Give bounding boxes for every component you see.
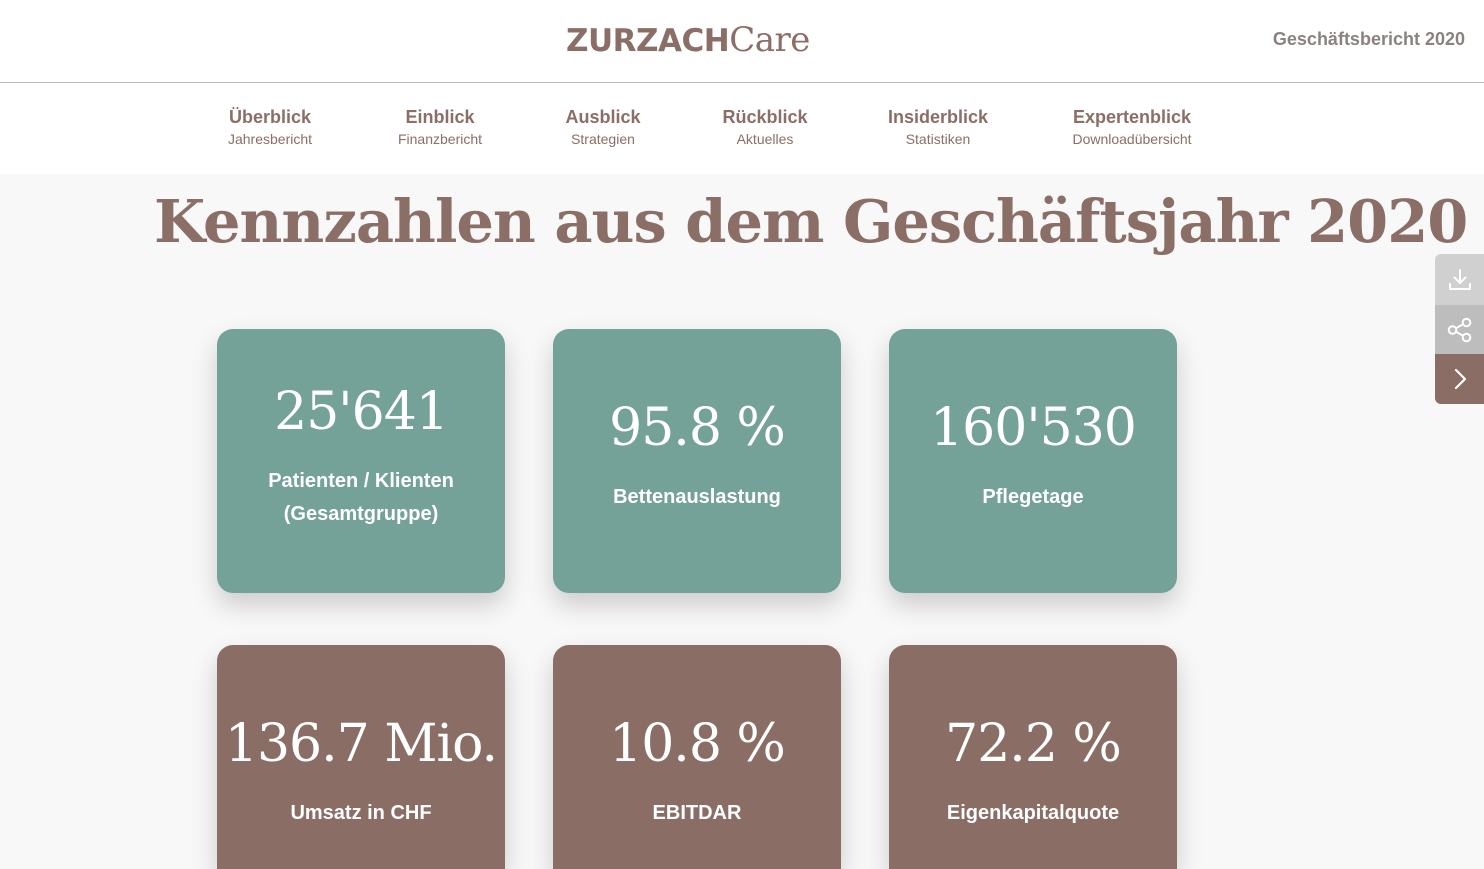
nav-item-subtitle: Aktuelles	[736, 131, 794, 147]
kpi-value: 95.8 %	[609, 398, 786, 458]
nav-item-expertenblick[interactable]: Expertenblick Downloadübersicht	[1072, 106, 1191, 149]
kpi-label: Patienten / Klienten (Gesamtgruppe)	[268, 470, 454, 525]
download-icon	[1448, 268, 1471, 290]
logo-wordmark-light: Care	[729, 20, 810, 60]
kpi-card-bed-occupancy: 95.8 % Bettenauslastung	[553, 329, 841, 593]
nav-item-rueckblick[interactable]: Rückblick Aktuelles	[722, 106, 807, 149]
download-button[interactable]	[1435, 254, 1484, 305]
report-title: Geschäftsbericht 2020	[1272, 29, 1465, 49]
nav-item-subtitle: Downloadübersicht	[1072, 131, 1192, 147]
nav-item-einblick[interactable]: Einblick Finanzbericht	[398, 106, 482, 149]
kpi-card-equity-ratio: 72.2 % Eigenkapitalquote	[889, 645, 1177, 869]
nav-item-title: Überblick	[228, 107, 312, 127]
kpi-card-care-days: 160'530 Pflegetage	[889, 329, 1177, 593]
kpi-card-ebitdar: 10.8 % EBITDAR	[553, 645, 841, 869]
chevron-right-icon	[1454, 368, 1466, 390]
kpi-card-patients: 25'641 Patienten / Klienten (Gesamtgrupp…	[217, 329, 505, 593]
site-header: ZURZACH Care Geschäftsbericht 2020	[0, 0, 1484, 83]
kpi-card-revenue: 136.7 Mio. Umsatz in CHF	[217, 645, 505, 869]
kpi-label: Umsatz in CHF	[290, 802, 432, 824]
kpi-value: 10.8 %	[609, 714, 786, 774]
nav-item-ausblick[interactable]: Ausblick Strategien	[565, 106, 640, 149]
nav-item-title: Insiderblick	[887, 107, 989, 127]
nav-item-subtitle: Jahresbericht	[227, 131, 313, 147]
logo[interactable]: ZURZACH Care	[566, 20, 810, 60]
nav-item-title: Einblick	[405, 107, 475, 127]
share-button[interactable]	[1435, 305, 1484, 354]
nav-item-ueberblick[interactable]: Überblick Jahresbericht	[228, 106, 312, 149]
nav-item-subtitle: Strategien	[571, 131, 635, 147]
side-toolbar	[1435, 254, 1484, 404]
share-icon	[1447, 317, 1471, 342]
nav-item-title: Rückblick	[722, 107, 808, 127]
kpi-label: EBITDAR	[652, 802, 742, 824]
kpi-label: Bettenauslastung	[613, 486, 781, 508]
kpi-label: Eigenkapitalquote	[946, 802, 1120, 824]
kpi-value: 136.7 Mio.	[224, 714, 498, 774]
kpi-label: Pflegetage	[982, 486, 1084, 508]
nav-item-title: Ausblick	[565, 107, 641, 127]
page-headline: Kennzahlen aus dem Geschäftsjahr 2020	[154, 187, 1468, 256]
nav-item-insiderblick[interactable]: Insiderblick Statistiken	[888, 106, 988, 149]
kpi-value: 72.2 %	[945, 714, 1122, 774]
kpi-value: 160'530	[930, 398, 1137, 458]
nav-item-title: Expertenblick	[1072, 107, 1192, 127]
logo-wordmark-bold: ZURZACH	[566, 23, 730, 59]
nav-item-subtitle: Finanzbericht	[397, 131, 483, 147]
nav-item-subtitle: Statistiken	[905, 131, 971, 147]
kpi-value: 25'641	[274, 382, 449, 442]
main-navigation: Überblick Jahresbericht Einblick Finanzb…	[0, 83, 1484, 174]
expand-toolbar-button[interactable]	[1435, 354, 1484, 404]
